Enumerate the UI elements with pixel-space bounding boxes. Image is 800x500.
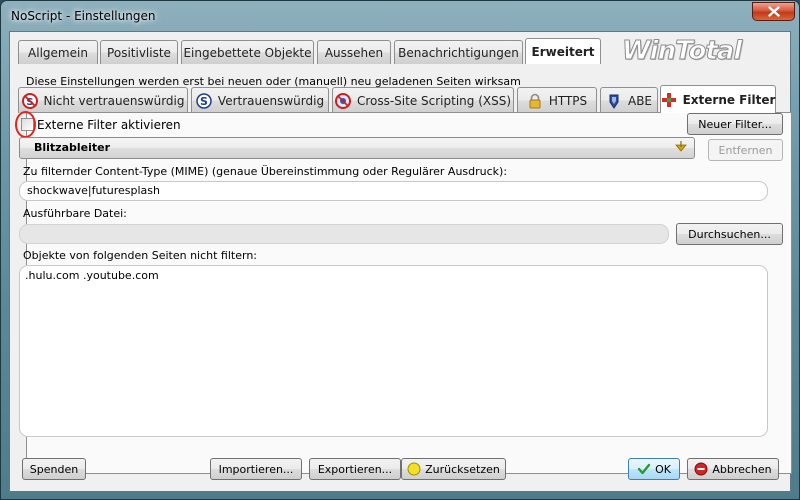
title-bar[interactable]: NoScript - Einstellungen: [1, 1, 800, 33]
abe-icon: [609, 94, 619, 109]
reset-button-label: Zurücksetzen: [425, 462, 500, 476]
export-button-label: Exportieren...: [317, 462, 393, 476]
filter-select-value: Blitzableiter: [34, 141, 111, 154]
filter-select[interactable]: Blitzableiter: [19, 137, 695, 159]
close-button[interactable]: [752, 2, 795, 21]
ok-button-label: OK: [655, 462, 671, 476]
mime-type-label: Zu filternder Content-Type (MIME) (genau…: [23, 165, 508, 178]
import-button-label: Importieren...: [218, 462, 294, 476]
tab-label: Cross-Site Scripting (XSS): [356, 93, 512, 108]
tab-label: Externe Filter: [682, 92, 776, 107]
export-button[interactable]: Exportieren...: [309, 458, 401, 480]
svg-text:S: S: [200, 95, 208, 108]
executable-path-input[interactable]: [19, 224, 669, 244]
tab-label: Aussehen: [324, 45, 384, 60]
noscript-settings-window: NoScript - Einstellungen Allgemein Posit…: [0, 0, 800, 500]
enable-external-filters-label: Externe Filter aktivieren: [37, 118, 181, 132]
tab-label: Nicht vertrauenswürdig: [43, 93, 185, 108]
tab-label: HTTPS: [548, 93, 588, 108]
tab-label: Benachrichtigungen: [398, 45, 519, 60]
import-button[interactable]: Importieren...: [210, 458, 302, 480]
subtab-externe-filter[interactable]: Externe Filter: [660, 85, 776, 113]
wintotal-logo: WinTotal: [621, 36, 742, 67]
tab-label: Erweitert: [531, 44, 595, 59]
tab-aussehen[interactable]: Aussehen: [317, 40, 391, 64]
cancel-button[interactable]: Abbrechen: [687, 458, 779, 480]
reset-button[interactable]: Zurücksetzen: [401, 458, 506, 480]
new-filter-button[interactable]: Neuer Filter...: [687, 113, 783, 135]
tab-label: Allgemein: [28, 45, 88, 60]
tab-label: Eingebettete Objekte: [183, 45, 312, 60]
subtab-vertrauenswuerdig[interactable]: S Vertrauenswürdig: [191, 87, 329, 113]
tab-allgemein[interactable]: Allgemein: [18, 40, 98, 64]
checkmark-icon: [637, 463, 651, 475]
tab-erweitert[interactable]: Erweitert: [525, 38, 601, 64]
mime-type-input[interactable]: shockwave|futuresplash: [19, 181, 768, 201]
subtab-nicht-vertrauenswuerdig[interactable]: S Nicht vertrauenswürdig: [18, 87, 188, 113]
reset-icon: [407, 462, 421, 476]
tab-eingebettete-objekte[interactable]: Eingebettete Objekte: [181, 40, 314, 64]
subtab-https[interactable]: HTTPS: [517, 87, 597, 113]
exceptions-textarea[interactable]: .hulu.com .youtube.com: [19, 265, 768, 437]
donate-button-label: Spenden: [29, 462, 79, 476]
window-title: NoScript - Einstellungen: [11, 9, 156, 23]
tab-positivliste[interactable]: Positivliste: [100, 40, 178, 64]
exceptions-label: Objekte von folgenden Seiten nicht filte…: [23, 249, 258, 262]
tab-label: ABE: [627, 93, 653, 108]
ok-button[interactable]: OK: [628, 458, 680, 480]
filter-plus-icon: [661, 92, 676, 107]
xss-icon: [334, 92, 351, 109]
cancel-button-label: Abbrechen: [712, 462, 772, 476]
untrusted-icon: S: [21, 92, 38, 109]
subtab-xss[interactable]: Cross-Site Scripting (XSS): [332, 87, 514, 113]
highlight-ring: [15, 111, 36, 138]
donate-button[interactable]: Spenden: [22, 458, 86, 480]
external-filters-panel: Externe Filter aktivieren Neuer Filter..…: [15, 111, 792, 474]
remove-filter-button[interactable]: Entfernen: [708, 139, 783, 161]
executable-label: Ausführbare Datei:: [23, 207, 127, 220]
dialog-client-area: Allgemein Positivliste Eingebettete Obje…: [9, 31, 792, 492]
close-icon: [767, 6, 780, 17]
tab-benachrichtigungen[interactable]: Benachrichtigungen: [394, 40, 523, 64]
browse-button[interactable]: Durchsuchen...: [676, 223, 783, 245]
lock-icon: [529, 93, 541, 108]
tab-label: Vertrauenswürdig: [217, 93, 325, 108]
subtab-abe[interactable]: ABE: [600, 87, 658, 113]
trusted-icon: S: [196, 92, 212, 109]
cancel-icon: [694, 462, 708, 476]
chevron-down-icon: [675, 141, 687, 152]
tab-label: Positivliste: [107, 45, 171, 60]
